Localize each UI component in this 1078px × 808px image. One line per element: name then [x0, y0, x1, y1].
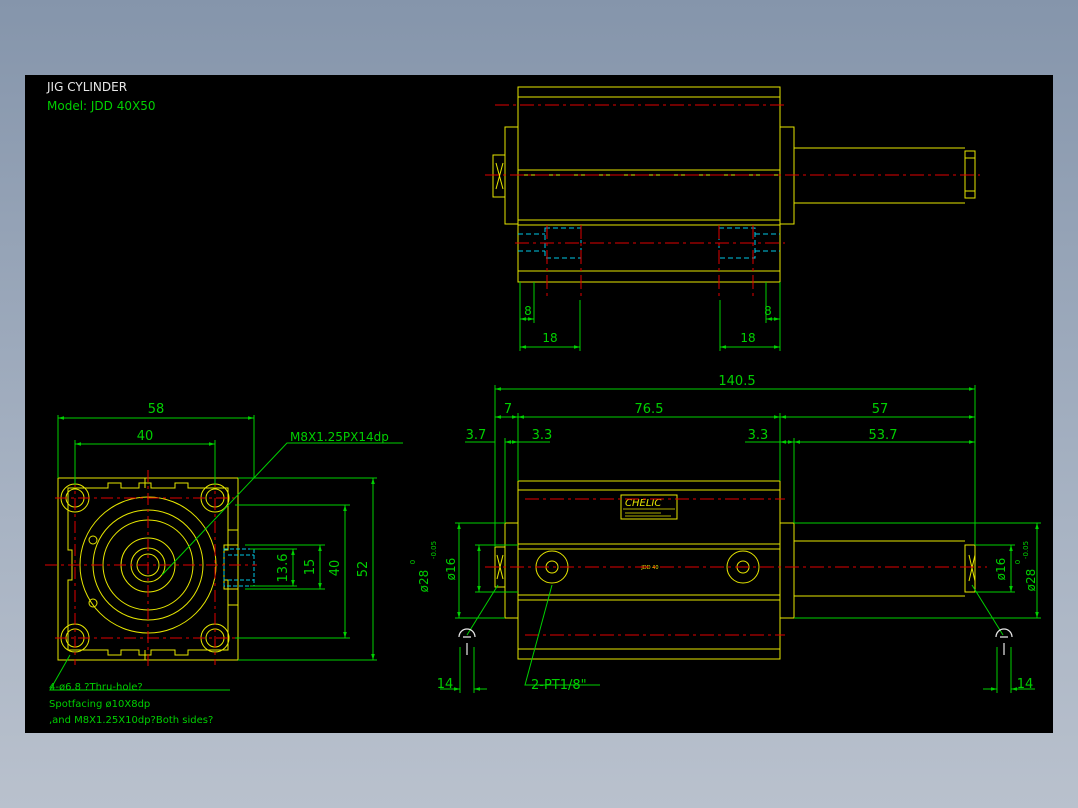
dim-right-dia-16: ø16 [994, 558, 1008, 581]
nameplate-brand: CHELIC [625, 498, 661, 509]
note-line-2: Spotfacing ø10X8dp [49, 699, 150, 710]
front-view-body [494, 480, 976, 660]
top-view: 8 18 18 8 [485, 86, 980, 351]
dim-front-3-3-right: 3.3 [748, 428, 769, 443]
end-view-hidden-port [223, 548, 255, 587]
dim-front-14-left: 14 [437, 677, 454, 692]
dim-right-tol-lower: -0.05 [1022, 541, 1030, 559]
end-view: 58 40 13.6 15 40 52 M8X1.25PX14dp 4-ø6.8… [45, 402, 403, 726]
front-view-dimensions [440, 385, 1041, 693]
note-line-1: 4-ø6.8 ?Thru-hole? [49, 682, 143, 693]
end-view-centerlines [45, 470, 257, 670]
dim-end-40-vertical: 40 [328, 560, 343, 577]
port-callout: 2-PT1/8" [531, 678, 587, 693]
dim-left-dia-16: ø16 [444, 558, 458, 581]
dim-end-52: 52 [356, 561, 371, 578]
wrench-symbols [458, 628, 1013, 655]
dim-end-13-6: 13.6 [276, 554, 291, 583]
dim-left-tol-upper: 0 [409, 560, 417, 564]
dim-front-140-5: 140.5 [718, 374, 755, 389]
dim-right-dia-28: ø28 [1024, 569, 1038, 592]
dim-top-left-18: 18 [542, 331, 557, 345]
front-view: CHELIC JDD 40 140.5 7 76.5 57 3.7 3.3 3.… [409, 374, 1041, 693]
dim-top-left-8: 8 [524, 304, 532, 318]
dim-front-53-7: 53.7 [869, 428, 898, 443]
title-line-1: JIG CYLINDER [46, 80, 127, 94]
dim-left-tol-lower: -0.05 [430, 541, 438, 559]
title-line-2: Model: JDD 40X50 [47, 99, 155, 113]
dim-front-57: 57 [872, 402, 889, 417]
dim-top-right-18: 18 [740, 331, 755, 345]
dim-top-right-8: 8 [764, 304, 772, 318]
dim-end-40-horizontal: 40 [137, 429, 154, 444]
cad-drawing: JIG CYLINDER Model: JDD 40X50 8 18 18 8 … [45, 80, 1041, 726]
dim-left-dia-28: ø28 [417, 570, 431, 593]
dim-front-7: 7 [504, 402, 512, 417]
body-small-label: JDD 40 [640, 565, 658, 571]
dim-front-14-right: 14 [1017, 677, 1034, 692]
dim-front-3-7: 3.7 [466, 428, 487, 443]
drawing-canvas: JIG CYLINDER Model: JDD 40X50 8 18 18 8 … [25, 75, 1053, 733]
dim-end-15: 15 [303, 559, 318, 576]
dim-right-tol-upper: 0 [1014, 560, 1022, 564]
front-view-centerlines [485, 498, 987, 636]
thread-callout: M8X1.25PX14dp [290, 430, 389, 444]
top-view-body [492, 86, 976, 283]
dim-end-58: 58 [148, 402, 165, 417]
end-view-dimensions [49, 415, 403, 691]
dim-front-3-3-left: 3.3 [532, 428, 553, 443]
note-line-3: ,and M8X1.25X10dp?Both sides? [49, 715, 213, 726]
dim-front-76-5: 76.5 [635, 402, 664, 417]
